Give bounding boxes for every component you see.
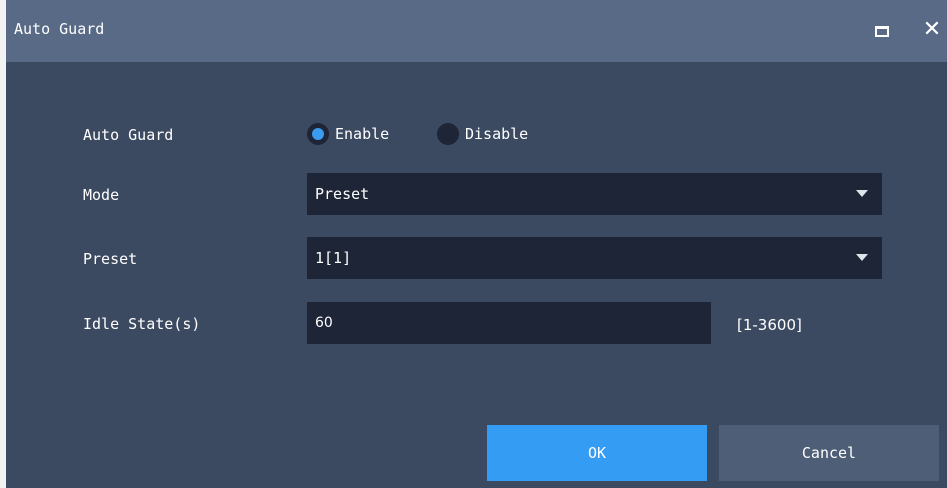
radio-checked-icon (307, 123, 329, 145)
disable-radio-label: Disable (465, 125, 529, 143)
ok-button[interactable]: OK (487, 425, 707, 481)
maximize-icon[interactable] (875, 26, 889, 37)
idle-state-input[interactable]: 60 (307, 302, 711, 344)
auto-guard-dialog: Auto Guard ✕ Auto Guard Enable Disable M… (0, 0, 947, 488)
cancel-button[interactable]: Cancel (719, 425, 939, 481)
chevron-down-icon (856, 190, 868, 197)
title-bar: Auto Guard ✕ (6, 0, 947, 62)
idle-state-range-hint: [1-3600] (737, 316, 802, 334)
radio-unchecked-icon (437, 123, 459, 145)
chevron-down-icon (856, 254, 868, 261)
mode-select[interactable]: Preset (307, 173, 882, 215)
preset-select[interactable]: 1[1] (307, 237, 882, 279)
mode-label: Mode (83, 186, 120, 204)
preset-label: Preset (83, 250, 138, 268)
idle-state-label: Idle State(s) (83, 315, 201, 333)
disable-radio[interactable]: Disable (437, 123, 528, 145)
enable-radio[interactable]: Enable (307, 123, 389, 145)
enable-radio-label: Enable (335, 125, 390, 143)
auto-guard-label: Auto Guard (83, 126, 174, 144)
mode-select-value: Preset (315, 185, 370, 203)
dialog-title: Auto Guard (14, 20, 105, 38)
idle-state-value: 60 (315, 315, 333, 331)
preset-select-value: 1[1] (315, 249, 352, 267)
close-icon[interactable]: ✕ (920, 17, 944, 43)
